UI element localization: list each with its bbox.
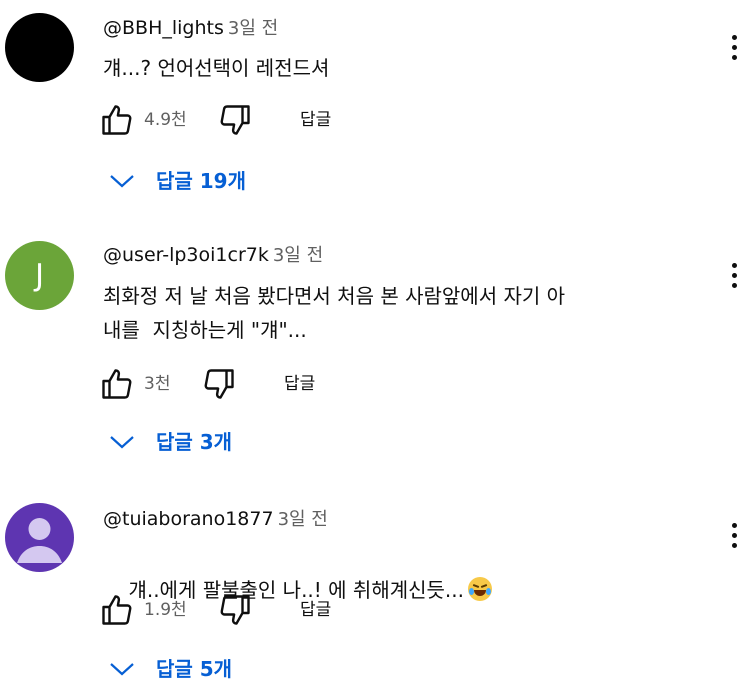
reply-button[interactable]: 답글 xyxy=(300,592,331,628)
view-replies-button[interactable]: 답글 19개 xyxy=(108,163,308,199)
like-icon[interactable] xyxy=(99,592,135,628)
replies-count-label: 답글 19개 xyxy=(156,169,246,193)
comment-actions: 3천 답글 xyxy=(99,366,499,406)
avatar[interactable]: J xyxy=(5,241,74,310)
replies-count-label: 답글 5개 xyxy=(156,657,233,681)
comment-header: @BBH_lights 3일 전 xyxy=(103,16,278,41)
comment-actions: 4.9천 답글 xyxy=(99,102,499,142)
like-icon[interactable] xyxy=(99,366,135,402)
comment-time[interactable]: 3일 전 xyxy=(228,18,278,39)
comment-header: @tuiaborano1877 3일 전 xyxy=(103,507,328,532)
comment-text: 내를 지칭하는게 "걔"... xyxy=(103,318,307,342)
like-count: 4.9천 xyxy=(144,110,187,130)
comment-time[interactable]: 3일 전 xyxy=(278,509,328,530)
replies-count-label: 답글 3개 xyxy=(156,430,233,454)
like-count: 1.9천 xyxy=(144,600,187,620)
comment-header: @user-lp3oi1cr7k 3일 전 xyxy=(103,243,323,268)
avatar[interactable] xyxy=(5,13,74,82)
comment-actions: 1.9천 답글 xyxy=(99,592,499,632)
author-name[interactable]: @user-lp3oi1cr7k xyxy=(103,244,269,266)
chevron-down-icon xyxy=(110,436,134,449)
dislike-icon[interactable] xyxy=(201,366,237,402)
comment-time[interactable]: 3일 전 xyxy=(273,245,323,266)
chevron-down-icon xyxy=(110,663,134,676)
dislike-icon[interactable] xyxy=(217,592,253,628)
reply-button[interactable]: 답글 xyxy=(300,102,331,138)
view-replies-button[interactable]: 답글 3개 xyxy=(108,424,308,460)
avatar-letter: J xyxy=(35,258,44,293)
view-replies-button[interactable]: 답글 5개 xyxy=(108,651,308,687)
more-actions-icon[interactable] xyxy=(724,258,744,294)
chevron-down-icon xyxy=(110,175,134,188)
dislike-icon[interactable] xyxy=(217,102,253,138)
like-count: 3천 xyxy=(144,374,171,394)
author-name[interactable]: @tuiaborano1877 xyxy=(103,508,274,530)
comment-text: 걔...? 언어선택이 레전드셔 xyxy=(103,56,330,80)
more-actions-icon[interactable] xyxy=(724,30,744,66)
reply-button[interactable]: 답글 xyxy=(284,366,315,402)
avatar[interactable] xyxy=(5,503,74,572)
author-name[interactable]: @BBH_lights xyxy=(103,17,224,39)
like-icon[interactable] xyxy=(99,102,135,138)
default-avatar-icon xyxy=(17,518,62,563)
comment-text: 최화정 저 날 처음 봤다면서 처음 본 사람앞에서 자기 아 xyxy=(103,284,566,308)
more-actions-icon[interactable] xyxy=(724,518,744,554)
